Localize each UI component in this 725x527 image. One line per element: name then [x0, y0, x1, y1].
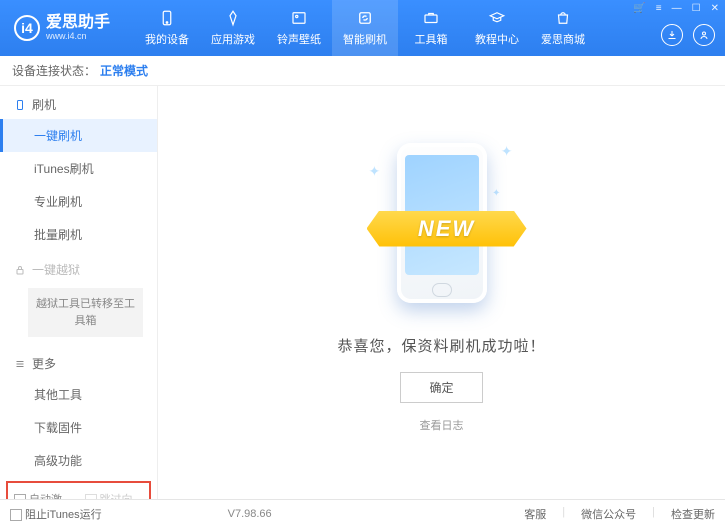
phone-icon — [158, 9, 176, 27]
sidebar-item-pro-flash[interactable]: 专业刷机 — [0, 185, 157, 218]
image-icon — [290, 9, 308, 27]
nav-smart-flash[interactable]: 智能刷机 — [332, 0, 398, 56]
sidebar-group-jailbreak: 一键越狱 — [0, 251, 157, 284]
download-icon — [666, 29, 678, 41]
sidebar-item-other-tools[interactable]: 其他工具 — [0, 378, 157, 411]
nav-tutorials[interactable]: 教程中心 — [464, 0, 530, 56]
status-bar: 设备连接状态： 正常模式 — [0, 56, 725, 86]
user-button[interactable] — [693, 24, 715, 46]
sidebar-item-itunes-flash[interactable]: iTunes刷机 — [0, 152, 157, 185]
toolbox-icon — [422, 9, 440, 27]
footer-link-support[interactable]: 客服 — [524, 506, 546, 522]
sidebar-item-download-fw[interactable]: 下载固件 — [0, 411, 157, 444]
top-nav: 我的设备 应用游戏 铃声壁纸 智能刷机 工具箱 教程中心 爱思商城 — [134, 0, 596, 56]
nav-my-device[interactable]: 我的设备 — [134, 0, 200, 56]
download-button[interactable] — [661, 24, 683, 46]
success-message: 恭喜您，保资料刷机成功啦！ — [337, 335, 545, 356]
bag-icon — [554, 9, 572, 27]
brand-url: www.i4.cn — [46, 31, 110, 41]
checkbox-auto-activate[interactable]: 自动激活 — [14, 491, 73, 499]
nav-store[interactable]: 爱思商城 — [530, 0, 596, 56]
footer-link-wechat[interactable]: 微信公众号 — [581, 506, 636, 522]
list-icon — [14, 358, 26, 370]
window-controls: 🛒 ≡ — ☐ ✕ — [633, 3, 719, 14]
sidebar-item-oneclick-flash[interactable]: 一键刷机 — [0, 119, 157, 152]
status-label: 设备连接状态： — [12, 62, 96, 79]
app-header: i4 爱思助手 www.i4.cn 我的设备 应用游戏 铃声壁纸 智能刷机 工具… — [0, 0, 725, 56]
nav-ringtones[interactable]: 铃声壁纸 — [266, 0, 332, 56]
footer-link-update[interactable]: 检查更新 — [671, 506, 715, 522]
user-icon — [698, 29, 710, 41]
menu-icon[interactable]: ≡ — [656, 3, 662, 14]
rocket-icon — [224, 9, 242, 27]
app-logo: i4 爱思助手 www.i4.cn — [0, 15, 124, 41]
lock-icon — [14, 264, 26, 276]
maximize-icon[interactable]: ☐ — [692, 3, 701, 14]
new-ribbon: NEW — [367, 211, 527, 247]
checkbox-block-itunes[interactable]: 阻止iTunes运行 — [10, 506, 102, 522]
sidebar-item-batch-flash[interactable]: 批量刷机 — [0, 218, 157, 251]
close-icon[interactable]: ✕ — [711, 3, 719, 14]
sidebar-item-advanced[interactable]: 高级功能 — [0, 444, 157, 477]
cart-icon[interactable]: 🛒 — [633, 3, 645, 14]
ok-button[interactable]: 确定 — [400, 372, 482, 403]
header-actions — [661, 24, 715, 46]
checkbox-skip-guide[interactable]: 跳过向导 — [85, 491, 144, 499]
refresh-icon — [356, 9, 374, 27]
activation-options: 自动激活 跳过向导 — [6, 481, 151, 499]
success-graphic: ✦ ✦ ✦ NEW — [377, 133, 507, 313]
sidebar-group-flash[interactable]: 刷机 — [0, 86, 157, 119]
footer: 阻止iTunes运行 V7.98.66 客服| 微信公众号| 检查更新 — [0, 499, 725, 527]
status-mode: 正常模式 — [100, 62, 148, 79]
nav-apps[interactable]: 应用游戏 — [200, 0, 266, 56]
view-log-link[interactable]: 查看日志 — [420, 417, 464, 433]
graduation-icon — [488, 9, 506, 27]
logo-icon: i4 — [14, 15, 40, 41]
minimize-icon[interactable]: — — [672, 3, 682, 14]
sidebar-group-more[interactable]: 更多 — [0, 345, 157, 378]
version-label: V7.98.66 — [228, 508, 272, 520]
main-body: 刷机 一键刷机 iTunes刷机 专业刷机 批量刷机 一键越狱 越狱工具已转移至… — [0, 86, 725, 499]
sidebar: 刷机 一键刷机 iTunes刷机 专业刷机 批量刷机 一键越狱 越狱工具已转移至… — [0, 86, 158, 499]
brand-name: 爱思助手 — [46, 15, 110, 31]
jailbreak-moved-note: 越狱工具已转移至工具箱 — [28, 288, 143, 337]
phone-small-icon — [14, 99, 26, 111]
nav-toolbox[interactable]: 工具箱 — [398, 0, 464, 56]
main-content: ✦ ✦ ✦ NEW 恭喜您，保资料刷机成功啦！ 确定 查看日志 — [158, 86, 725, 499]
